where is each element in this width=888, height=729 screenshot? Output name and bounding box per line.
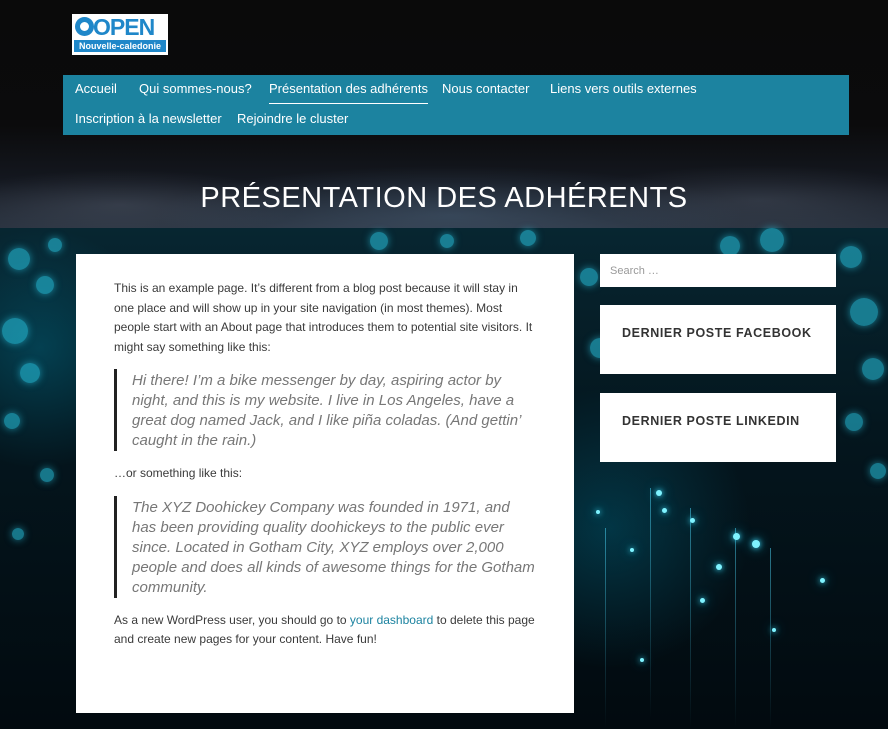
bokeh-light (862, 358, 884, 380)
widget-facebook-title: DERNIER POSTE FACEBOOK (622, 326, 812, 340)
fiber-light (752, 540, 760, 548)
bokeh-light (760, 228, 784, 252)
quote-bike-messenger: Hi there! I’m a bike messenger by day, a… (114, 369, 536, 451)
fiber-light (733, 533, 740, 540)
fiber-light (656, 490, 662, 496)
nav-item-liens-outils-externes[interactable]: Liens vers outils externes (550, 81, 697, 96)
bokeh-light (580, 268, 598, 286)
bokeh-light (720, 236, 740, 256)
outro-paragraph: As a new WordPress user, you should go t… (114, 611, 536, 650)
middle-paragraph: …or something like this: (114, 466, 243, 480)
bokeh-light (40, 468, 54, 482)
fiber-light (596, 510, 600, 514)
bokeh-light (840, 246, 862, 268)
bokeh-light (850, 298, 878, 326)
bokeh-light (870, 463, 886, 479)
fiber-light (640, 658, 644, 662)
quote-xyz-company: The XYZ Doohickey Company was founded in… (114, 495, 536, 598)
nav-item-qui-sommes-nous[interactable]: Qui sommes-nous? (139, 81, 252, 96)
main-content: This is an example page. It’s different … (76, 254, 574, 713)
dashboard-link[interactable]: your dashboard (350, 613, 433, 627)
bokeh-light (36, 276, 54, 294)
nav-item-rejoindre-cluster[interactable]: Rejoindre le cluster (237, 111, 348, 126)
site-logo[interactable]: OPEN Nouvelle-caledonie (72, 14, 168, 55)
intro-paragraph: This is an example page. It’s different … (114, 281, 533, 354)
logo-word: OPEN (93, 14, 155, 40)
fiber-light (716, 564, 722, 570)
bokeh-light (440, 234, 454, 248)
bokeh-light (2, 318, 28, 344)
fiber-strand (735, 528, 736, 728)
nav-item-inscription-newsletter[interactable]: Inscription à la newsletter (75, 111, 222, 126)
logo-subtitle: Nouvelle-caledonie (74, 40, 166, 52)
outro-text-before: As a new WordPress user, you should go t… (114, 612, 350, 627)
bokeh-light (20, 363, 40, 383)
bokeh-light (12, 528, 24, 540)
fiber-strand (605, 528, 606, 728)
fiber-light (700, 598, 705, 603)
bokeh-light (520, 230, 536, 246)
fiber-light (820, 578, 825, 583)
main-navigation: Accueil Qui sommes-nous? Présentation de… (63, 75, 849, 135)
fiber-light (690, 518, 695, 523)
widget-facebook: DERNIER POSTE FACEBOOK (600, 305, 836, 374)
nav-item-nous-contacter[interactable]: Nous contacter (442, 81, 529, 96)
bokeh-light (4, 413, 20, 429)
fiber-light (630, 548, 634, 552)
fiber-light (662, 508, 667, 513)
fiber-strand (650, 488, 651, 718)
bokeh-light (845, 413, 863, 431)
bokeh-light (370, 232, 388, 250)
fiber-light (772, 628, 776, 632)
bokeh-light (8, 248, 30, 270)
search-input[interactable] (600, 254, 836, 287)
nav-item-presentation-adherents[interactable]: Présentation des adhérents (269, 81, 428, 104)
widget-linkedin-title: DERNIER POSTE LINKEDIN (622, 414, 800, 428)
nav-item-accueil[interactable]: Accueil (75, 81, 117, 96)
page-title: PRÉSENTATION DES ADHÉRENTS (200, 182, 688, 215)
fiber-strand (690, 508, 691, 728)
bokeh-light (48, 238, 62, 252)
fiber-strand (770, 548, 771, 728)
widget-linkedin: DERNIER POSTE LINKEDIN (600, 393, 836, 462)
logo-circle-icon (75, 17, 94, 36)
